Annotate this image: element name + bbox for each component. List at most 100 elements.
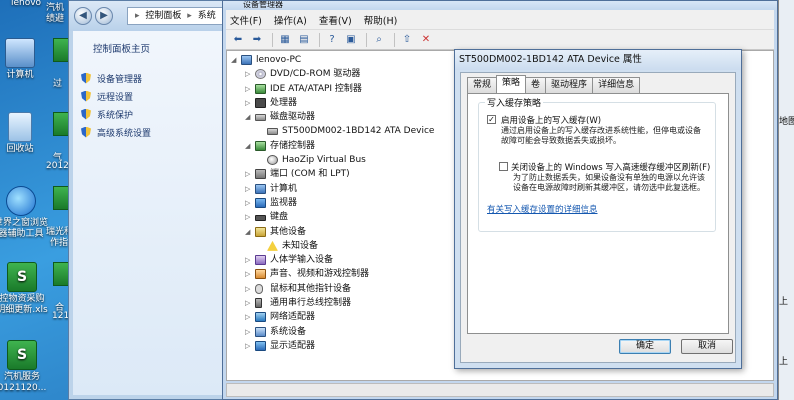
collapsed-arrow-icon[interactable]: ▷ — [245, 282, 253, 296]
collapsed-arrow-icon[interactable]: ▷ — [245, 182, 253, 196]
list-view-icon[interactable]: ▤ — [296, 33, 312, 47]
expanded-arrow-icon[interactable]: ◢ — [245, 225, 253, 239]
tree-view-icon[interactable]: ▦ — [277, 33, 293, 47]
tree-item[interactable]: ▷ 系统设备 — [231, 325, 461, 339]
tree-item[interactable]: ▷ IDE ATA/ATAPI 控制器 — [231, 82, 461, 96]
expanded-arrow-icon[interactable]: ◢ — [245, 110, 253, 124]
collapsed-arrow-icon[interactable]: ▷ — [245, 325, 253, 339]
collapsed-arrow-icon[interactable]: ▷ — [245, 296, 253, 310]
back-arrow-icon[interactable]: ⬅ — [230, 33, 246, 47]
enable-write-cache-checkbox[interactable]: ✓ — [487, 115, 496, 124]
collapsed-arrow-icon[interactable]: ▷ — [245, 196, 253, 210]
excel-file-icon[interactable] — [53, 112, 69, 136]
menu-help[interactable]: 帮助(H) — [364, 13, 398, 27]
tree-item[interactable]: ▷ 人体学输入设备 — [231, 253, 461, 267]
tree-item-label: ST500DM002-1BD142 ATA Device — [282, 126, 435, 137]
desktop-icon-computer[interactable]: 计算机 — [0, 38, 46, 81]
tree-item[interactable]: ▷ 监视器 — [231, 196, 461, 210]
ok-button[interactable]: 确定 — [619, 339, 671, 354]
help-icon[interactable]: ? — [324, 33, 340, 47]
scan-hardware-icon[interactable]: ⌕ — [371, 33, 387, 47]
collapsed-arrow-icon[interactable]: ▷ — [245, 67, 253, 81]
expanded-arrow-icon[interactable]: ◢ — [231, 53, 239, 67]
tree-item[interactable]: ▷ 声音、视频和游戏控制器 — [231, 267, 461, 281]
tree-item[interactable]: ▷ 计算机 — [231, 182, 461, 196]
collapsed-arrow-icon[interactable]: ▷ — [245, 96, 253, 110]
chevron-right-icon: ▸ — [187, 11, 192, 21]
tree-item[interactable]: ◢ 磁盘驱动器 — [231, 110, 461, 124]
horizontal-scrollbar[interactable] — [226, 383, 774, 397]
toolbar-separator — [366, 32, 367, 47]
write-cache-help-link[interactable]: 有关写入缓存设置的详细信息 — [487, 203, 598, 215]
tree-item[interactable]: ▷ 键盘 — [231, 210, 461, 224]
control-panel-sidebar: 控制面板主页 设备管理器 远程设置 系统保护 高级系统设置 — [73, 31, 223, 395]
desktop-icon-recycle-bin[interactable]: 回收站 — [0, 112, 46, 155]
forward-button[interactable]: ▶ — [95, 7, 113, 25]
tree-item[interactable]: ST500DM002-1BD142 ATA Device — [231, 124, 461, 138]
collapsed-arrow-icon[interactable]: ▷ — [245, 310, 253, 324]
forward-arrow-icon[interactable]: ➡ — [249, 33, 265, 47]
expanded-arrow-icon[interactable]: ◢ — [245, 139, 253, 153]
right-window-text: 上 — [779, 297, 789, 307]
dvd-drive-icon — [255, 69, 266, 80]
tree-item-label: 存储控制器 — [270, 140, 316, 151]
usb-icon — [255, 298, 262, 309]
toolbar-separator — [394, 32, 395, 47]
sidebar-link-advanced-settings[interactable]: 高级系统设置 — [81, 123, 223, 141]
tree-item[interactable]: 未知设备 — [231, 239, 461, 253]
uninstall-icon[interactable]: ✕ — [418, 33, 434, 47]
menu-file[interactable]: 文件(F) — [230, 13, 262, 27]
properties-icon[interactable]: ▣ — [343, 33, 359, 47]
desktop-icon-excel-1[interactable]: S 控物资采购 明细更新.xls — [0, 262, 50, 316]
desktop-icon-browser[interactable]: 世界之窗浏览 器辅助工具 — [0, 186, 50, 240]
breadcrumb-system[interactable]: 系统 — [198, 11, 216, 21]
menu-view[interactable]: 查看(V) — [319, 13, 352, 27]
enable-write-cache-label[interactable]: 启用设备上的写入缓存(W) — [501, 114, 601, 126]
tab-driver[interactable]: 驱动程序 — [545, 77, 594, 93]
tab-general[interactable]: 常规 — [467, 77, 498, 93]
sidebar-link-system-protection[interactable]: 系统保护 — [81, 105, 223, 123]
address-bar[interactable]: ▸ 控制面板 ▸ 系统 — [127, 7, 227, 25]
cancel-button[interactable]: 取消 — [681, 339, 733, 354]
excel-file-icon[interactable] — [53, 38, 69, 62]
tree-item[interactable]: ◢ lenovo-PC — [231, 53, 461, 67]
collapsed-arrow-icon[interactable]: ▷ — [245, 253, 253, 267]
tree-item[interactable]: ◢ 其他设备 — [231, 225, 461, 239]
desktop-icon-lenovo[interactable]: lenovo — [0, 0, 52, 9]
tab-policies[interactable]: 策略 — [496, 75, 527, 93]
tree-item[interactable]: ◢ 存储控制器 — [231, 139, 461, 153]
shield-icon — [81, 108, 91, 120]
tree-item[interactable]: ▷ DVD/CD-ROM 驱动器 — [231, 67, 461, 81]
collapsed-arrow-icon[interactable]: ▷ — [245, 267, 253, 281]
collapsed-arrow-icon[interactable]: ▷ — [245, 167, 253, 181]
tree-item[interactable]: HaoZip Virtual Bus — [231, 153, 461, 167]
tree-item-label: 其他设备 — [270, 226, 307, 237]
menu-action[interactable]: 操作(A) — [274, 13, 307, 27]
tree-item[interactable]: ▷ 网络适配器 — [231, 310, 461, 324]
right-window-text: 上 — [779, 357, 789, 367]
disable-cache-flush-checkbox[interactable] — [499, 162, 508, 171]
back-button[interactable]: ◀ — [74, 7, 92, 25]
excel-file-icon[interactable] — [53, 186, 69, 210]
sidebar-link-remote-settings[interactable]: 远程设置 — [81, 87, 223, 105]
disable-cache-flush-label[interactable]: 关闭设备上的 Windows 写入高速缓存缓冲区刷新(F) — [511, 161, 710, 173]
desktop-icon-label: 世界之窗浏览 — [0, 218, 48, 228]
breadcrumb-control-panel[interactable]: 控制面板 — [145, 11, 181, 21]
excel-file-icon[interactable] — [53, 262, 69, 286]
tree-item[interactable]: ▷ 鼠标和其他指针设备 — [231, 282, 461, 296]
desktop-icon-excel-2[interactable]: S 汽机服务 0121120... — [0, 340, 50, 394]
tree-item[interactable]: ▷ 端口 (COM 和 LPT) — [231, 167, 461, 181]
tree-item-label: 处理器 — [270, 97, 298, 108]
sidebar-link-device-manager[interactable]: 设备管理器 — [81, 69, 223, 87]
tree-item-label: HaoZip Virtual Bus — [282, 155, 366, 166]
tree-item[interactable]: ▷ 通用串行总线控制器 — [231, 296, 461, 310]
collapsed-arrow-icon[interactable]: ▷ — [245, 82, 253, 96]
tab-volumes[interactable]: 卷 — [525, 77, 547, 93]
collapsed-arrow-icon[interactable]: ▷ — [245, 210, 253, 224]
tree-item[interactable]: ▷ 处理器 — [231, 96, 461, 110]
update-driver-icon[interactable]: ⇧ — [399, 33, 415, 47]
collapsed-arrow-icon[interactable]: ▷ — [245, 339, 253, 353]
tab-details[interactable]: 详细信息 — [592, 77, 641, 93]
control-panel-home-link[interactable]: 控制面板主页 — [93, 41, 223, 55]
tree-item[interactable]: ▷ 显示适配器 — [231, 339, 461, 353]
